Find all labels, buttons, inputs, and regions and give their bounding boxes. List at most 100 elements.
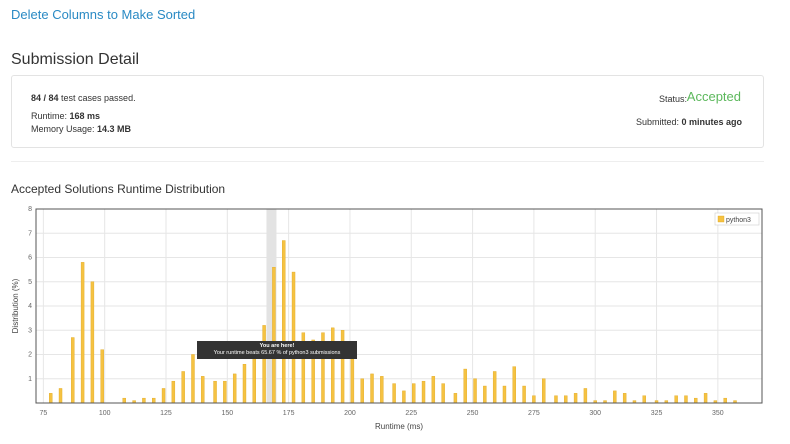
- legend-label: python3: [726, 217, 751, 224]
- runtime-value: 168 ms: [69, 111, 101, 121]
- tooltip-text: Your runtime beats 65.67 % of python3 su…: [213, 350, 341, 356]
- y-tick-label: 5: [28, 279, 32, 286]
- x-tick-label: 150: [221, 410, 233, 417]
- bar-353: [723, 397, 727, 404]
- testcases-passed-count: 84 / 84: [31, 93, 59, 103]
- y-tick-label: 8: [28, 206, 32, 213]
- bar-157: [242, 363, 247, 404]
- bar-165: [262, 325, 266, 404]
- y-tick-label: 6: [28, 255, 32, 262]
- bar-95: [90, 281, 95, 404]
- runtime-line: Runtime: 168 ms: [31, 111, 100, 121]
- bar-271: [522, 385, 526, 404]
- bar-320: [642, 395, 646, 404]
- bar-177: [291, 271, 296, 404]
- memory-label: Memory Usage:: [31, 124, 98, 134]
- submission-detail-heading: Submission Detail: [11, 51, 140, 68]
- bar-136: [191, 354, 195, 404]
- legend-swatch: [717, 215, 725, 223]
- bar-288: [564, 395, 568, 404]
- y-tick-label: 7: [28, 230, 32, 237]
- bar-128: [171, 380, 176, 404]
- bar-120: [152, 397, 156, 404]
- submitted-label: Submitted:: [635, 117, 682, 127]
- x-tick-label: 75: [39, 410, 47, 417]
- bar-87: [71, 337, 75, 404]
- bar-124: [161, 388, 166, 404]
- bar-345: [703, 393, 708, 404]
- problem-title-link[interactable]: Delete Columns to Make Sorted: [11, 7, 195, 22]
- tooltip-title: You are here!: [259, 343, 295, 349]
- bar-161: [252, 356, 256, 404]
- bar-255: [483, 385, 487, 404]
- x-tick-label: 325: [651, 410, 663, 417]
- x-tick-label: 250: [467, 410, 479, 417]
- x-tick-label: 125: [160, 410, 172, 417]
- x-tick-label: 350: [712, 410, 724, 417]
- bar-230: [421, 380, 426, 404]
- bar-91: [80, 262, 85, 404]
- bar-284: [554, 395, 558, 404]
- bar-259: [492, 371, 497, 404]
- bar-275: [532, 395, 536, 404]
- status-label: Status:: [658, 94, 687, 104]
- y-tick-label: 2: [28, 352, 32, 359]
- bar-312: [622, 393, 627, 404]
- submitted-value: 0 minutes ago: [681, 117, 742, 127]
- bar-341: [694, 397, 698, 404]
- runtime-distribution-chart[interactable]: 1 2 3 4 5 6 7 8 75 100 125 150 175 200 225 250 275 300 325…: [0, 204, 790, 444]
- x-tick-label: 225: [405, 410, 417, 417]
- testcases-summary: 84 / 84 test cases passed.: [31, 93, 136, 103]
- bar-238: [441, 383, 445, 404]
- bar-193: [331, 327, 335, 404]
- bar-82: [58, 388, 63, 404]
- y-tick-label: 3: [28, 327, 32, 334]
- bar-263: [502, 385, 507, 404]
- bar-234: [431, 376, 436, 404]
- memory-value: 14.3 MB: [97, 124, 132, 134]
- submitted-time: Submitted: 0 minutes ago: [636, 117, 742, 127]
- bar-140: [201, 376, 205, 404]
- x-tick-label: 100: [99, 410, 111, 417]
- bar-213: [380, 376, 384, 404]
- bar-169: [272, 267, 276, 404]
- submission-detail-panel: 84 / 84 test cases passed. Runtime: 168 …: [11, 75, 764, 148]
- bar-173: [282, 240, 286, 404]
- you-are-here-tooltip: You are here! Your runtime beats 65.67 %…: [197, 341, 357, 359]
- bar-279: [542, 378, 546, 404]
- bar-218: [392, 383, 396, 404]
- testcases-suffix: test cases passed.: [58, 93, 136, 103]
- bar-337: [684, 395, 688, 404]
- y-axis-label: Distribution (%): [11, 278, 20, 333]
- bar-205: [360, 378, 364, 404]
- runtime-label: Runtime:: [31, 111, 70, 121]
- bar-292: [573, 393, 578, 404]
- status-badge: Accepted: [686, 89, 741, 104]
- memory-line: Memory Usage: 14.3 MB: [31, 124, 131, 134]
- x-tick-label: 175: [283, 410, 295, 417]
- bar-296: [583, 388, 588, 404]
- bar-308: [613, 390, 617, 404]
- section-divider: [11, 161, 764, 162]
- bar-333: [674, 395, 678, 404]
- x-axis-label: Runtime (ms): [375, 422, 423, 431]
- bar-132: [181, 371, 185, 404]
- bar-153: [232, 373, 237, 404]
- bar-78: [49, 393, 53, 404]
- bar-149: [223, 380, 227, 404]
- bar-226: [412, 383, 416, 404]
- distribution-heading: Accepted Solutions Runtime Distribution: [11, 182, 226, 196]
- bar-251: [473, 378, 477, 404]
- bar-116: [142, 397, 146, 404]
- x-tick-label: 300: [589, 410, 601, 417]
- x-tick-label: 275: [528, 410, 540, 417]
- bar-243: [453, 393, 458, 404]
- x-tick-label: 200: [344, 410, 356, 417]
- bar-145: [213, 380, 217, 404]
- bar-267: [512, 366, 516, 404]
- bar-209: [370, 373, 374, 404]
- bar-247: [463, 368, 467, 404]
- bar-99: [100, 349, 104, 404]
- y-tick-label: 4: [28, 303, 32, 310]
- bar-222: [402, 390, 406, 404]
